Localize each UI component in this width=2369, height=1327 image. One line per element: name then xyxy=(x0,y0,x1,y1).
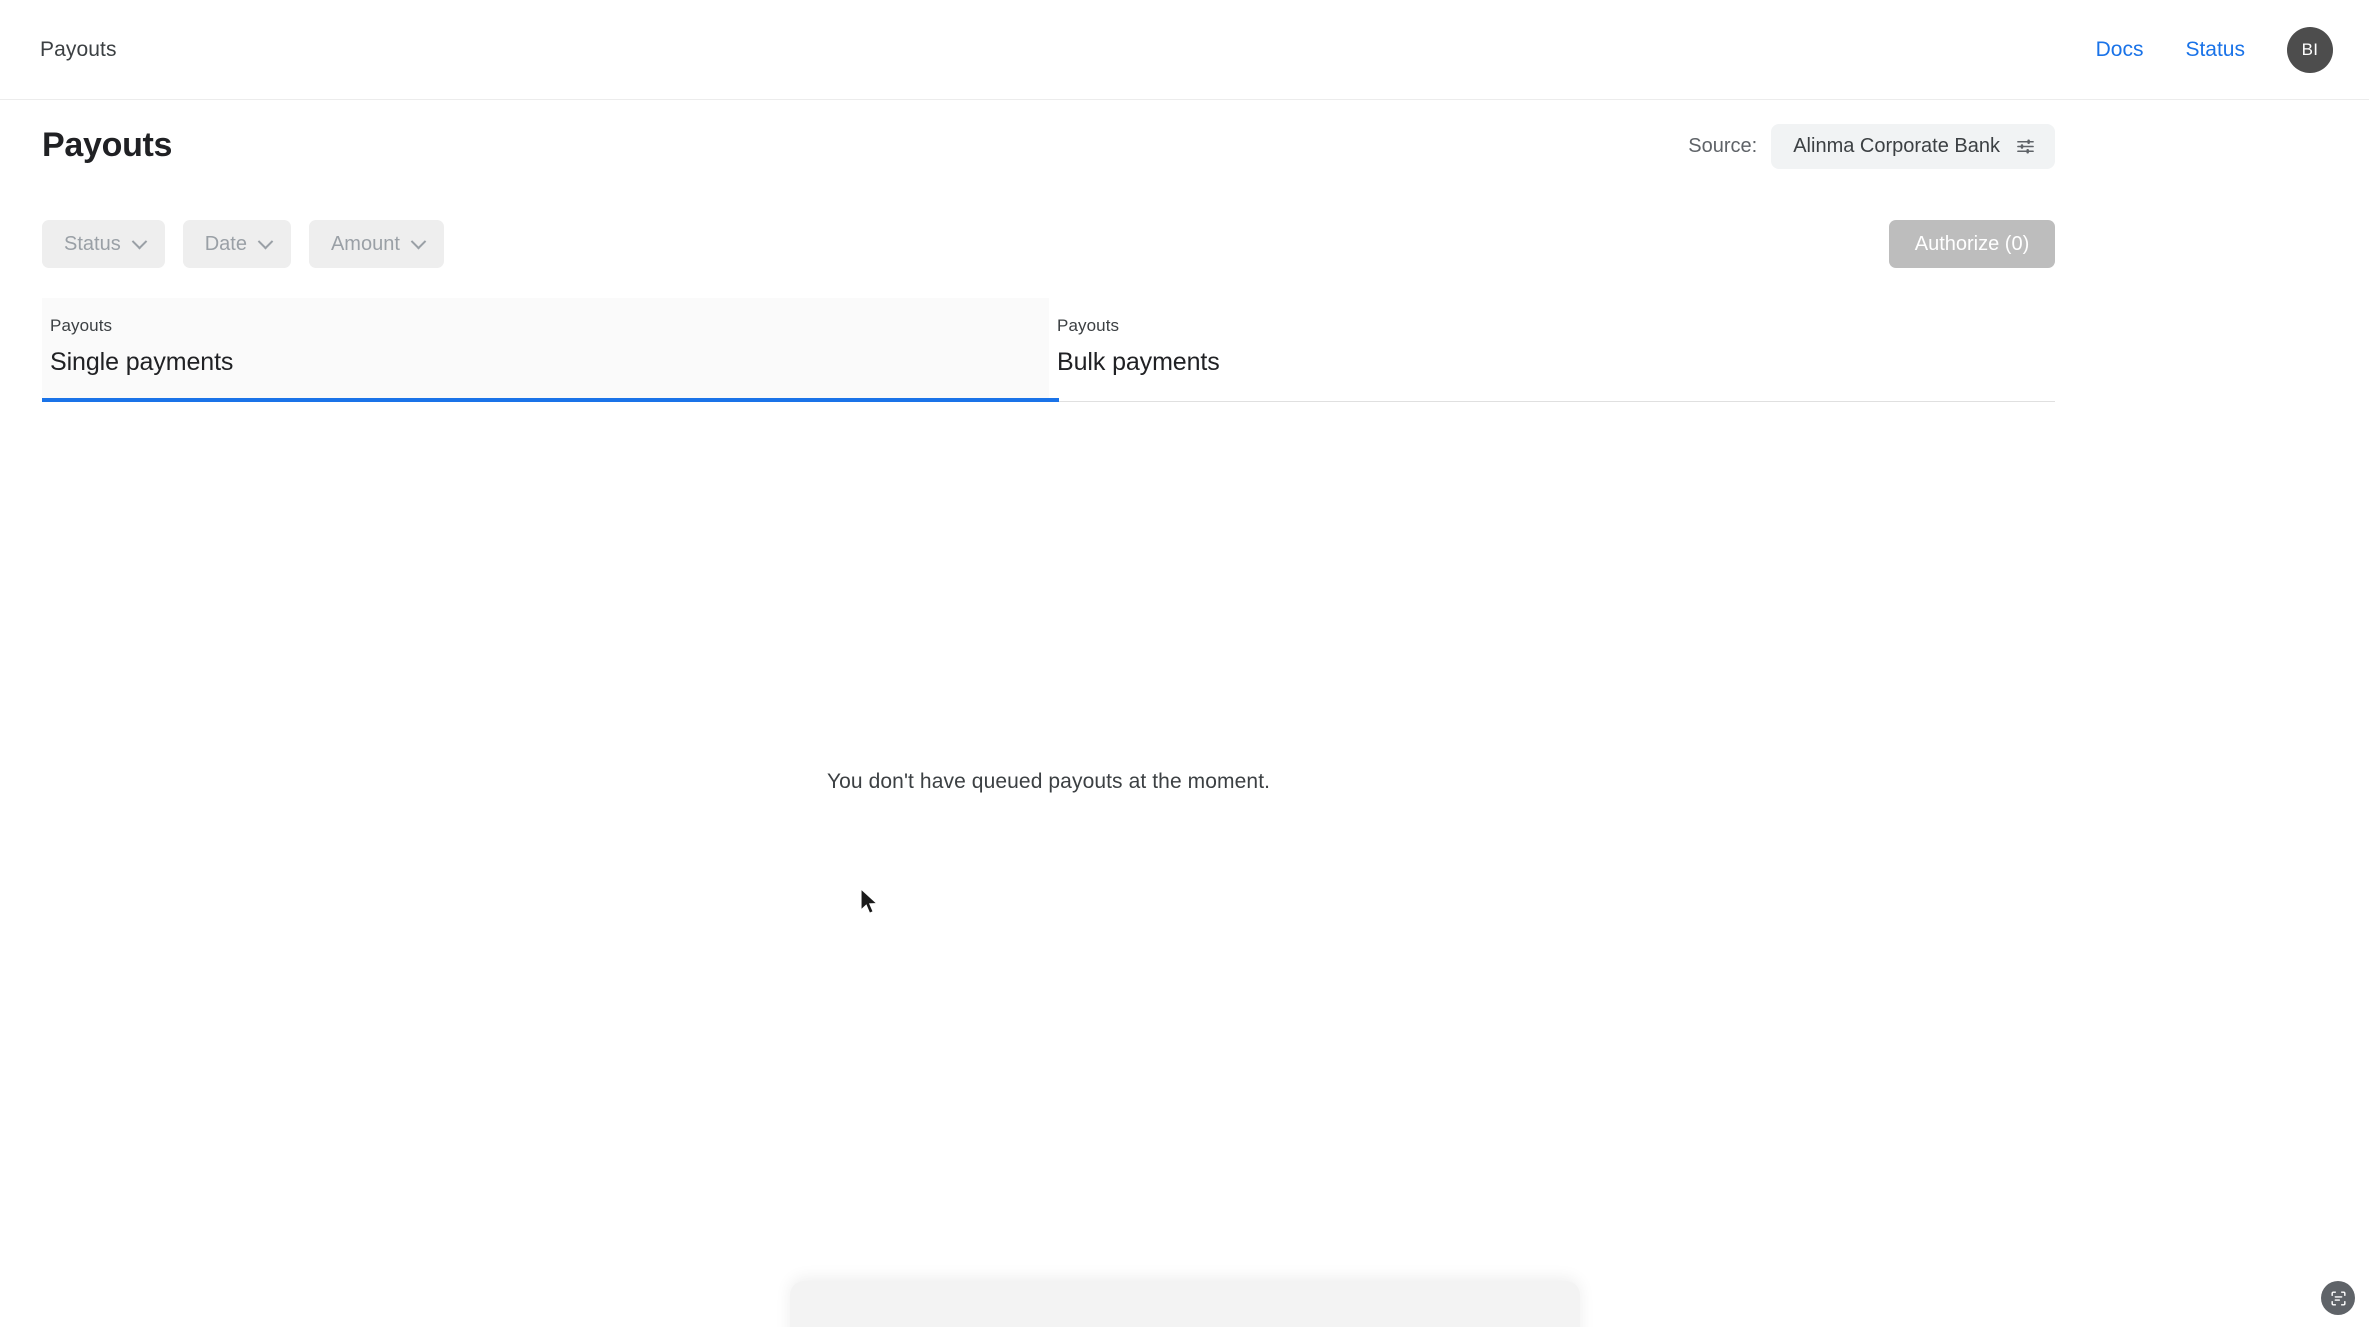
authorize-button[interactable]: Authorize (0) xyxy=(1889,220,2055,268)
filter-date-button[interactable]: Date xyxy=(182,220,291,268)
top-header-bar: Payouts Docs Status BI xyxy=(0,0,2369,100)
chevron-down-icon xyxy=(131,233,147,249)
filter-date-label: Date xyxy=(204,232,247,255)
payouts-empty-state: You don't have queued payouts at the mom… xyxy=(42,402,2055,1162)
tab-single-payments[interactable]: Payouts Single payments xyxy=(42,298,1049,402)
brand-link[interactable]: Payouts xyxy=(40,38,117,62)
tab-single-payments-eyebrow: Payouts xyxy=(50,316,113,335)
source-select-chip[interactable]: Alinma Corporate Bank xyxy=(1771,124,2055,169)
chevron-down-icon xyxy=(410,233,427,249)
tab-bulk-payments[interactable]: Payouts Bulk payments xyxy=(1049,298,2056,402)
app-root: Payouts Docs Status BI Payouts Source: A… xyxy=(0,0,2369,1327)
filter-status-button[interactable]: Status xyxy=(42,220,165,268)
filter-amount-label: Amount xyxy=(330,232,400,255)
filter-status-label: Status xyxy=(64,232,121,255)
header-right: Docs Status BI xyxy=(2096,26,2333,73)
filter-amount-button[interactable]: Amount xyxy=(308,220,444,268)
bottom-floating-panel xyxy=(789,1281,1580,1327)
payouts-tabs: Payouts Single payments Payouts Bulk pay… xyxy=(42,298,2056,402)
tab-single-payments-label: Single payments xyxy=(50,348,234,376)
header-left: Payouts xyxy=(40,38,117,62)
source-selector-wrap: Source: Alinma Corporate Bank xyxy=(1688,124,2055,169)
tab-bulk-payments-eyebrow: Payouts xyxy=(1057,316,1120,335)
page-title-row: Payouts Source: Alinma Corporate Bank xyxy=(0,100,2369,190)
nav-link-docs[interactable]: Docs xyxy=(2096,38,2144,62)
filter-toolbar: Status Date Amount Authorize (0) xyxy=(42,220,2055,268)
text-scan-icon[interactable] xyxy=(2321,1281,2355,1315)
tune-sliders-icon xyxy=(2016,137,2035,156)
page-title: Payouts xyxy=(42,125,173,164)
nav-link-status[interactable]: Status xyxy=(2185,38,2245,62)
source-value: Alinma Corporate Bank xyxy=(1793,135,2000,157)
avatar[interactable]: BI xyxy=(2287,26,2333,73)
tab-bulk-payments-label: Bulk payments xyxy=(1057,348,1220,376)
source-label: Source: xyxy=(1688,135,1758,157)
chevron-down-icon xyxy=(257,233,274,249)
empty-state-message: You don't have queued payouts at the mom… xyxy=(826,770,1271,793)
